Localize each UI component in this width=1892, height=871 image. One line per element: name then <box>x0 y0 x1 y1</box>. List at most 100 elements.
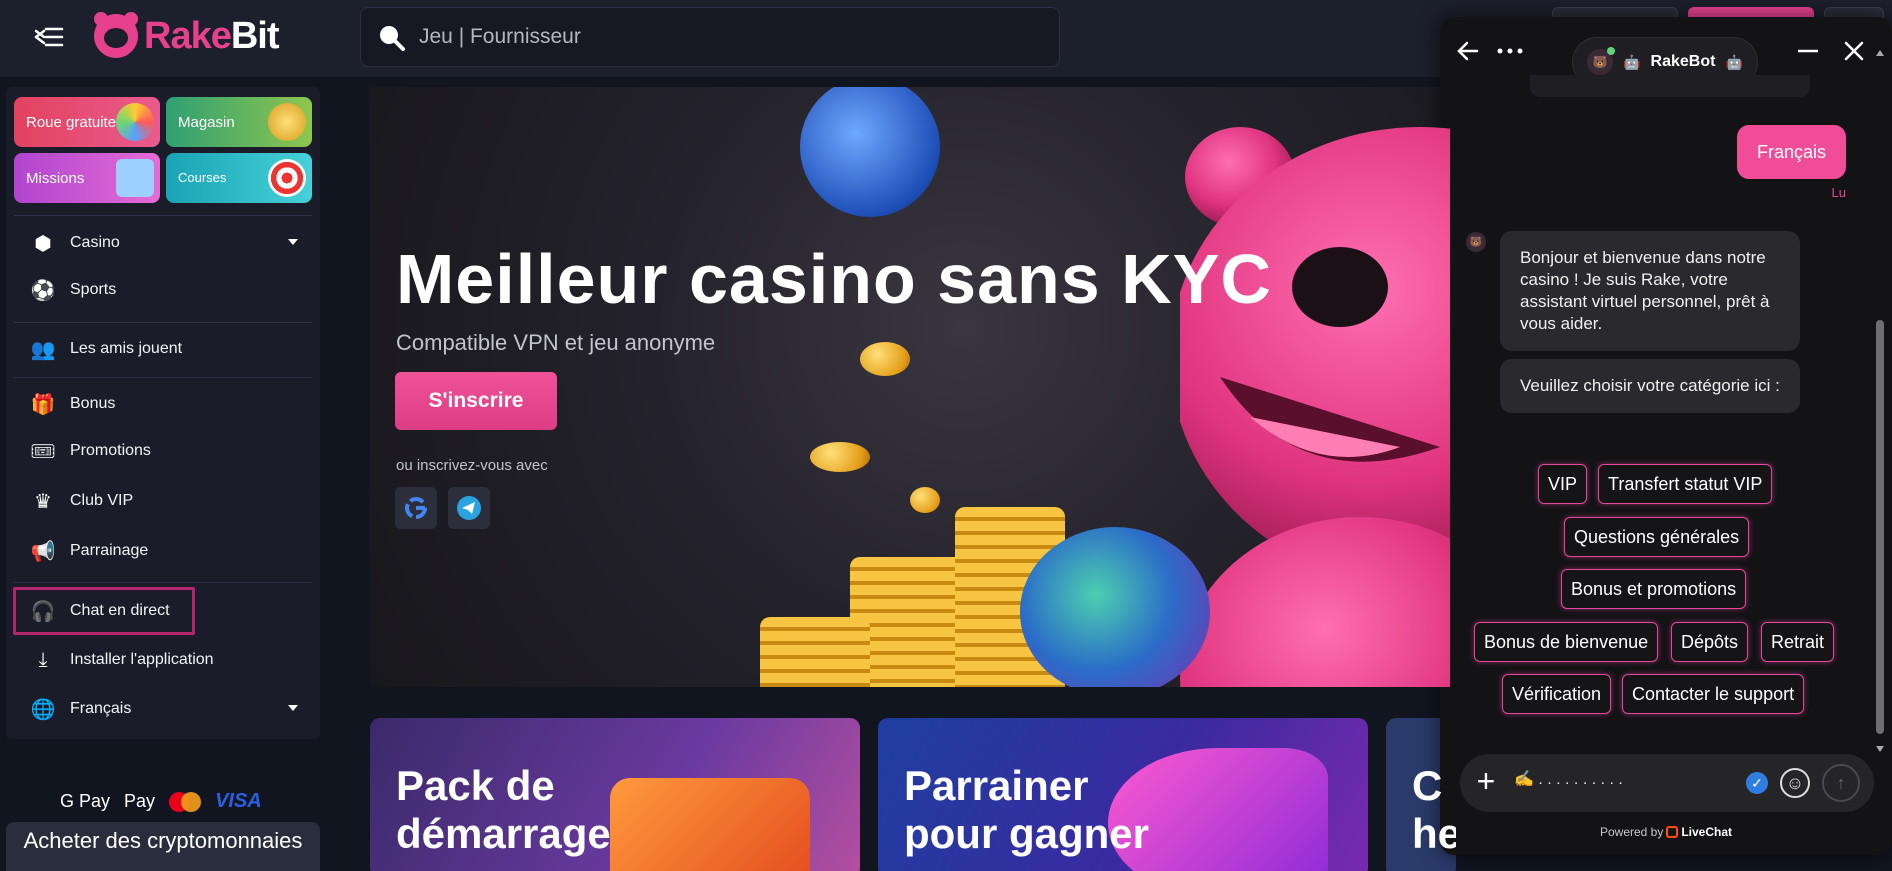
scroll-up-icon[interactable] <box>1876 50 1884 56</box>
feature-tiles: Roue gratuite Magasin Missions Courses <box>14 97 314 203</box>
sidebar-item-language[interactable]: 🌐 Français <box>14 689 312 729</box>
search-input[interactable] <box>419 25 1019 49</box>
telegram-signup-button[interactable] <box>448 487 490 529</box>
sidebar-item-label: Bonus <box>70 395 116 412</box>
user-message: Français <box>1736 125 1846 179</box>
signup-button[interactable]: S'inscrire <box>395 372 557 430</box>
ball-icon: ⚽ <box>30 279 56 302</box>
tile-shop[interactable]: Magasin <box>166 97 312 147</box>
robot-icon: 🤖 <box>1725 53 1743 70</box>
sidebar-item-label: Promotions <box>70 442 151 459</box>
chat-scrollbar[interactable] <box>1873 44 1887 752</box>
buy-crypto-button[interactable]: Acheter des cryptomonnaies <box>6 822 320 871</box>
send-arrow-icon[interactable]: ↑ <box>1822 764 1860 802</box>
sidebar-item-vip-club[interactable]: ♛ Club VIP <box>14 481 312 521</box>
tile-free-wheel[interactable]: Roue gratuite <box>14 97 160 147</box>
sidebar-item-install-app[interactable]: ⤓ Installer l'application <box>14 640 312 680</box>
buy-crypto-label: Acheter des cryptomonnaies <box>23 828 303 853</box>
chevron-down-icon <box>288 239 298 245</box>
dice-icon: ⬢ <box>34 232 52 255</box>
bomb-decoration <box>1020 527 1210 687</box>
friends-icon: 👥 <box>30 338 56 361</box>
google-signup-button[interactable] <box>395 487 437 529</box>
coin-decoration <box>800 87 940 217</box>
emoji-icon[interactable]: ☺ <box>1780 768 1810 798</box>
hero-title: Meilleur casino sans KYC <box>396 240 1272 318</box>
megaphone-icon: 📢 <box>30 540 56 563</box>
sidebar-item-sports[interactable]: ⚽ Sports <box>14 270 312 310</box>
live-chat-highlight <box>13 587 195 635</box>
previous-message-edge <box>1530 75 1810 97</box>
gift-illustration <box>610 778 810 871</box>
brand-logo[interactable]: RakeBit <box>94 12 279 58</box>
sidebar-item-friends-play[interactable]: 👥 Les amis jouent <box>14 329 312 369</box>
option-vip-status-transfer[interactable]: Transfert statut VIP <box>1598 464 1773 504</box>
checklist-icon <box>116 159 154 197</box>
promo-card-starter-pack[interactable]: Pack de démarrage <box>370 718 860 871</box>
chevron-down-icon <box>288 705 298 711</box>
message-composer: + ✓ ☺ ↑ <box>1460 754 1874 812</box>
robot-icon: 🤖 <box>1623 53 1641 70</box>
scroll-down-icon[interactable] <box>1876 746 1884 752</box>
promo-card-title: Chebdomadaires <box>1412 762 1456 857</box>
hero-banner: Meilleur casino sans KYC Compatible VPN … <box>370 87 1450 687</box>
sidebar-item-label: Parrainage <box>70 542 149 559</box>
close-icon[interactable] <box>1836 33 1872 69</box>
option-contact-support[interactable]: Contacter le support <box>1622 674 1805 714</box>
sidebar-item-promotions[interactable]: 🎟 Promotions <box>14 431 312 471</box>
attach-plus-icon[interactable]: + <box>1466 763 1506 803</box>
livechat-widget: 🐻 🤖 RakeBot 🤖 Français Lu 🐻 Bonjour et b… <box>1440 17 1892 855</box>
hero-subtitle: Compatible VPN et jeu anonyme <box>396 330 716 355</box>
option-bonus-promotions[interactable]: Bonus et promotions <box>1561 569 1747 609</box>
option-vip[interactable]: VIP <box>1538 464 1588 504</box>
tile-missions[interactable]: Missions <box>14 153 160 203</box>
target-icon <box>268 159 306 197</box>
bot-avatar-small: 🐻 <box>1466 232 1486 252</box>
promo-card-referral[interactable]: Parrainer pour gagner <box>878 718 1368 871</box>
option-welcome-bonus[interactable]: Bonus de bienvenue <box>1474 622 1659 662</box>
wheel-icon <box>116 103 154 141</box>
globe-icon: 🌐 <box>30 698 56 721</box>
bot-avatar: 🐻 <box>1587 47 1616 75</box>
download-icon: ⤓ <box>38 648 48 671</box>
tile-label: Magasin <box>178 114 235 131</box>
coin-decoration <box>860 342 910 376</box>
option-deposits[interactable]: Dépôts <box>1671 622 1749 662</box>
sidebar-item-bonus[interactable]: 🎁 Bonus <box>14 384 312 424</box>
coin-stack-decoration <box>760 617 870 687</box>
ticket-icon: 🎟 <box>30 440 56 463</box>
option-verification[interactable]: Vérification <box>1502 674 1612 714</box>
sidebar-item-label: Casino <box>70 234 120 251</box>
visa-logo: VISA <box>215 790 262 812</box>
more-options-icon[interactable] <box>1492 33 1528 69</box>
option-withdrawal[interactable]: Retrait <box>1761 622 1835 662</box>
coin-bag-icon <box>268 103 306 141</box>
option-general-questions[interactable]: Questions générales <box>1564 517 1750 557</box>
sidebar-item-label: Sports <box>70 281 117 298</box>
google-icon <box>405 497 427 519</box>
check-icon: ✓ <box>1746 772 1768 794</box>
minimize-icon[interactable] <box>1790 33 1826 69</box>
sidebar-item-referral[interactable]: 📢 Parrainage <box>14 531 312 571</box>
sidebar-item-label: Club VIP <box>70 492 134 509</box>
bot-message: Veuillez choisir votre catégorie ici : <box>1500 359 1800 413</box>
sidebar-item-label: Les amis jouent <box>70 340 183 357</box>
tile-races[interactable]: Courses <box>166 153 312 203</box>
bot-message: Bonjour et bienvenue dans notre casino !… <box>1500 231 1800 351</box>
back-arrow-icon[interactable] <box>1450 33 1486 69</box>
bear-mascot-illustration <box>1180 127 1450 687</box>
sidebar-item-label: Installer l'application <box>70 651 214 668</box>
sidebar-item-casino[interactable]: ⬢ Casino <box>14 223 312 263</box>
search-bar[interactable] <box>360 7 1060 67</box>
gift-icon: 🎁 <box>30 393 56 416</box>
sidebar: Roue gratuite Magasin Missions Courses ⬢… <box>6 87 320 739</box>
alt-signup-text: ou inscrivez-vous avec <box>396 457 548 474</box>
promo-card-title: Parrainer pour gagner <box>904 762 1150 857</box>
scrollbar-thumb[interactable] <box>1876 320 1884 734</box>
sidebar-item-label: Français <box>70 700 132 717</box>
apple-pay-logo: Pay <box>124 791 156 811</box>
message-input[interactable] <box>1514 770 1734 788</box>
online-status-dot <box>1607 47 1616 55</box>
payment-methods: G Pay Pay VISA <box>60 790 262 813</box>
menu-collapse-icon[interactable] <box>30 20 70 54</box>
